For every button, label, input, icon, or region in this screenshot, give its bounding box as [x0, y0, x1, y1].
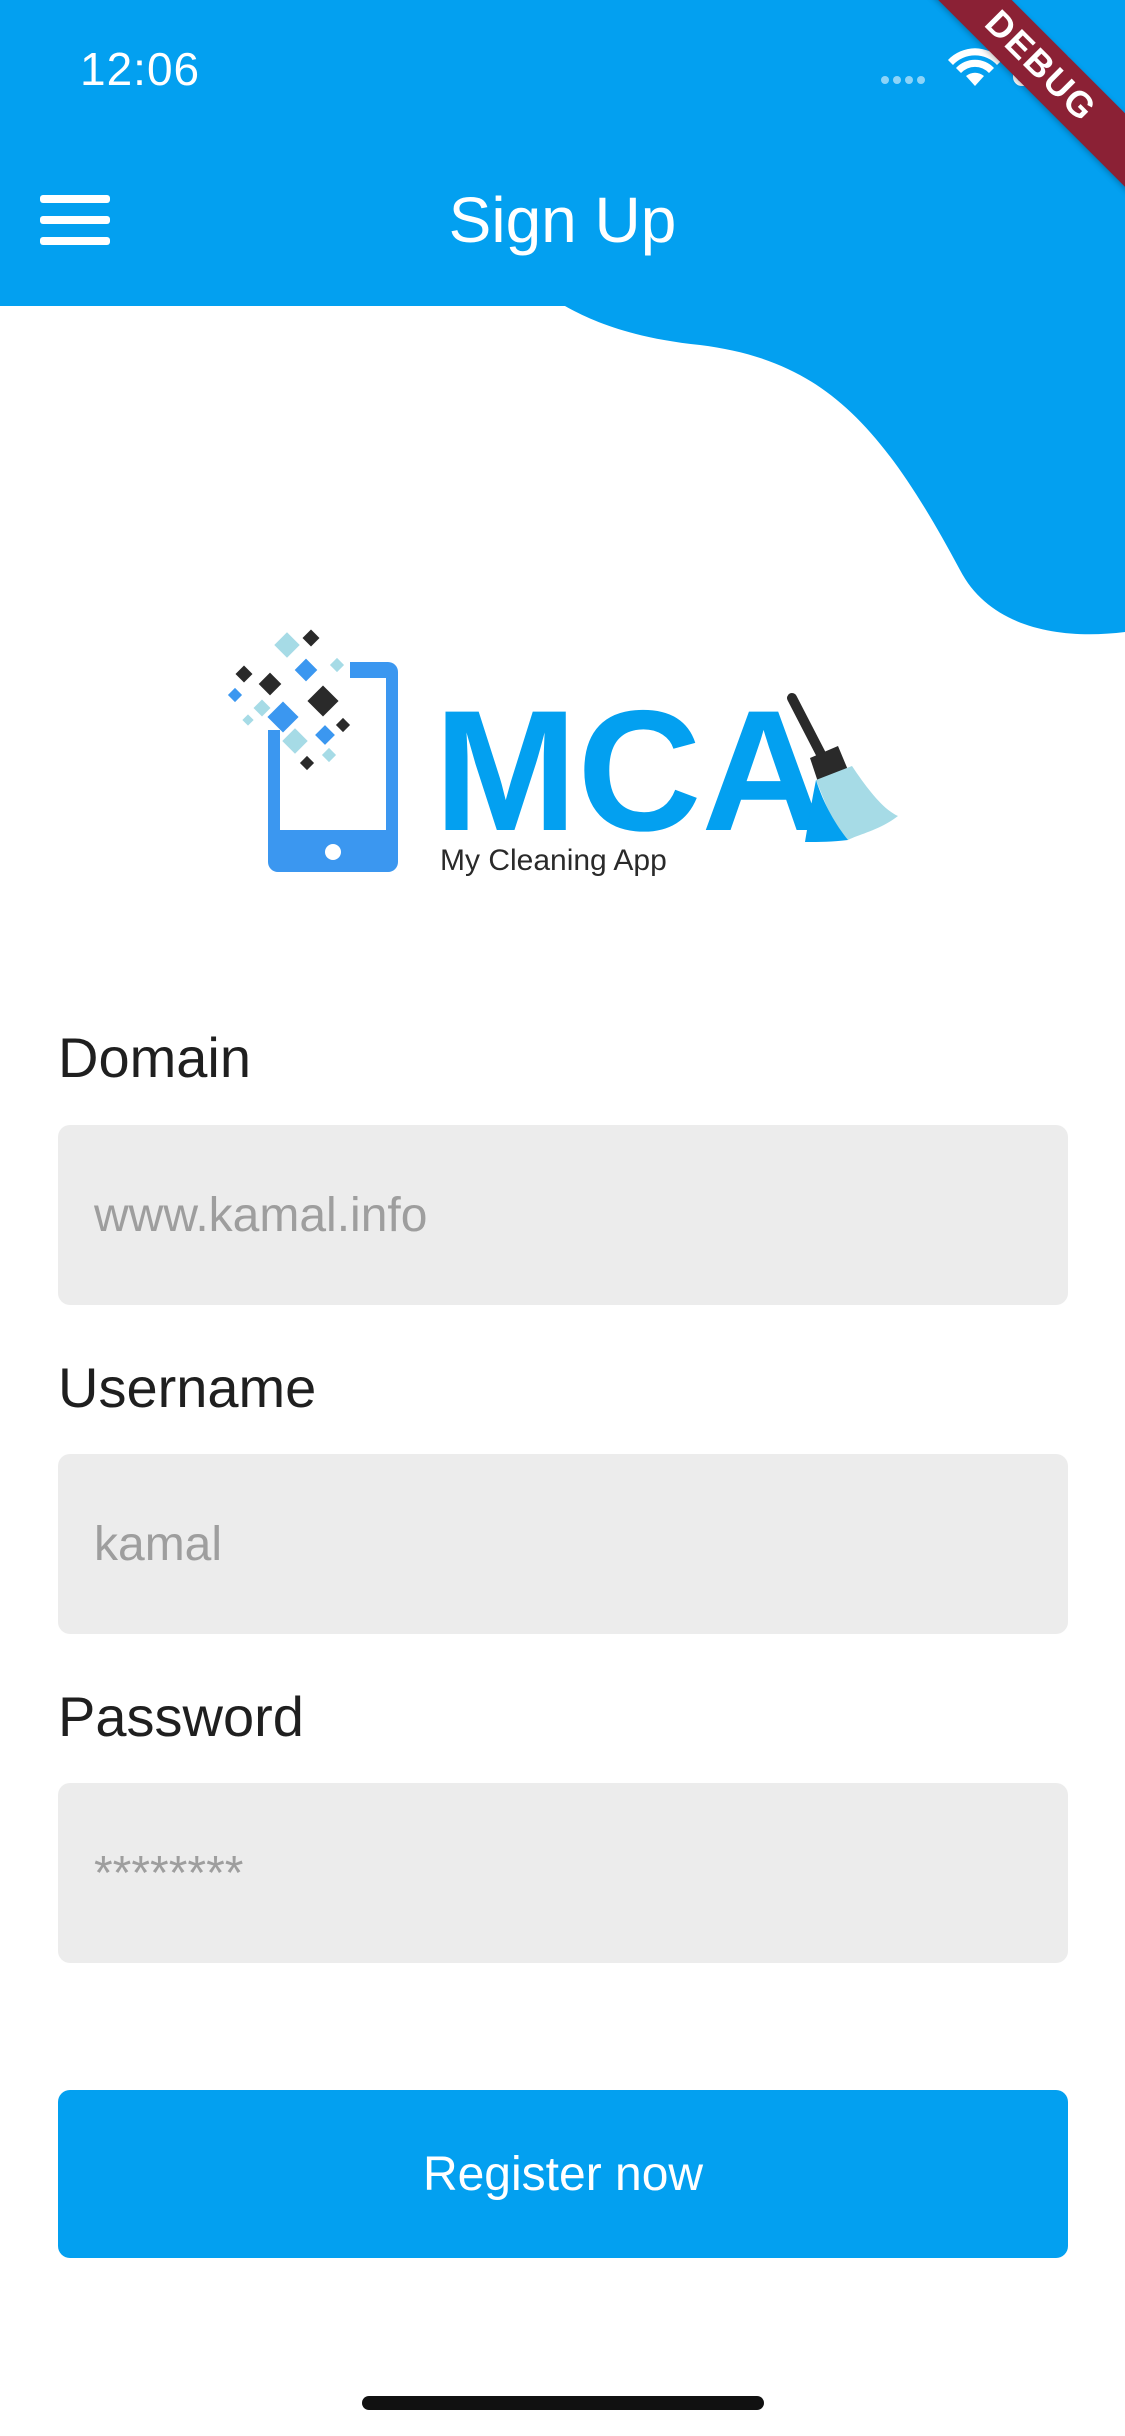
username-label: Username: [58, 1356, 317, 1419]
home-indicator[interactable]: [362, 2396, 764, 2410]
logo-brand: MCA: [434, 675, 826, 867]
domain-input[interactable]: [58, 1125, 1068, 1305]
logo-tagline: My Cleaning App: [440, 844, 667, 877]
signal-icon: [881, 76, 925, 84]
domain-label: Domain: [58, 1026, 251, 1089]
register-button[interactable]: Register now: [58, 2090, 1068, 2258]
password-input[interactable]: [58, 1783, 1068, 1963]
phone-icon: [268, 662, 398, 872]
page-title: Sign Up: [448, 184, 677, 256]
app-logo: MCA My Cleaning App: [227, 629, 898, 877]
password-label: Password: [58, 1685, 304, 1748]
header-background: [0, 0, 1125, 635]
pixel-squares-icon: [227, 629, 351, 771]
status-time: 12:06: [80, 43, 201, 95]
username-input[interactable]: [58, 1454, 1068, 1634]
